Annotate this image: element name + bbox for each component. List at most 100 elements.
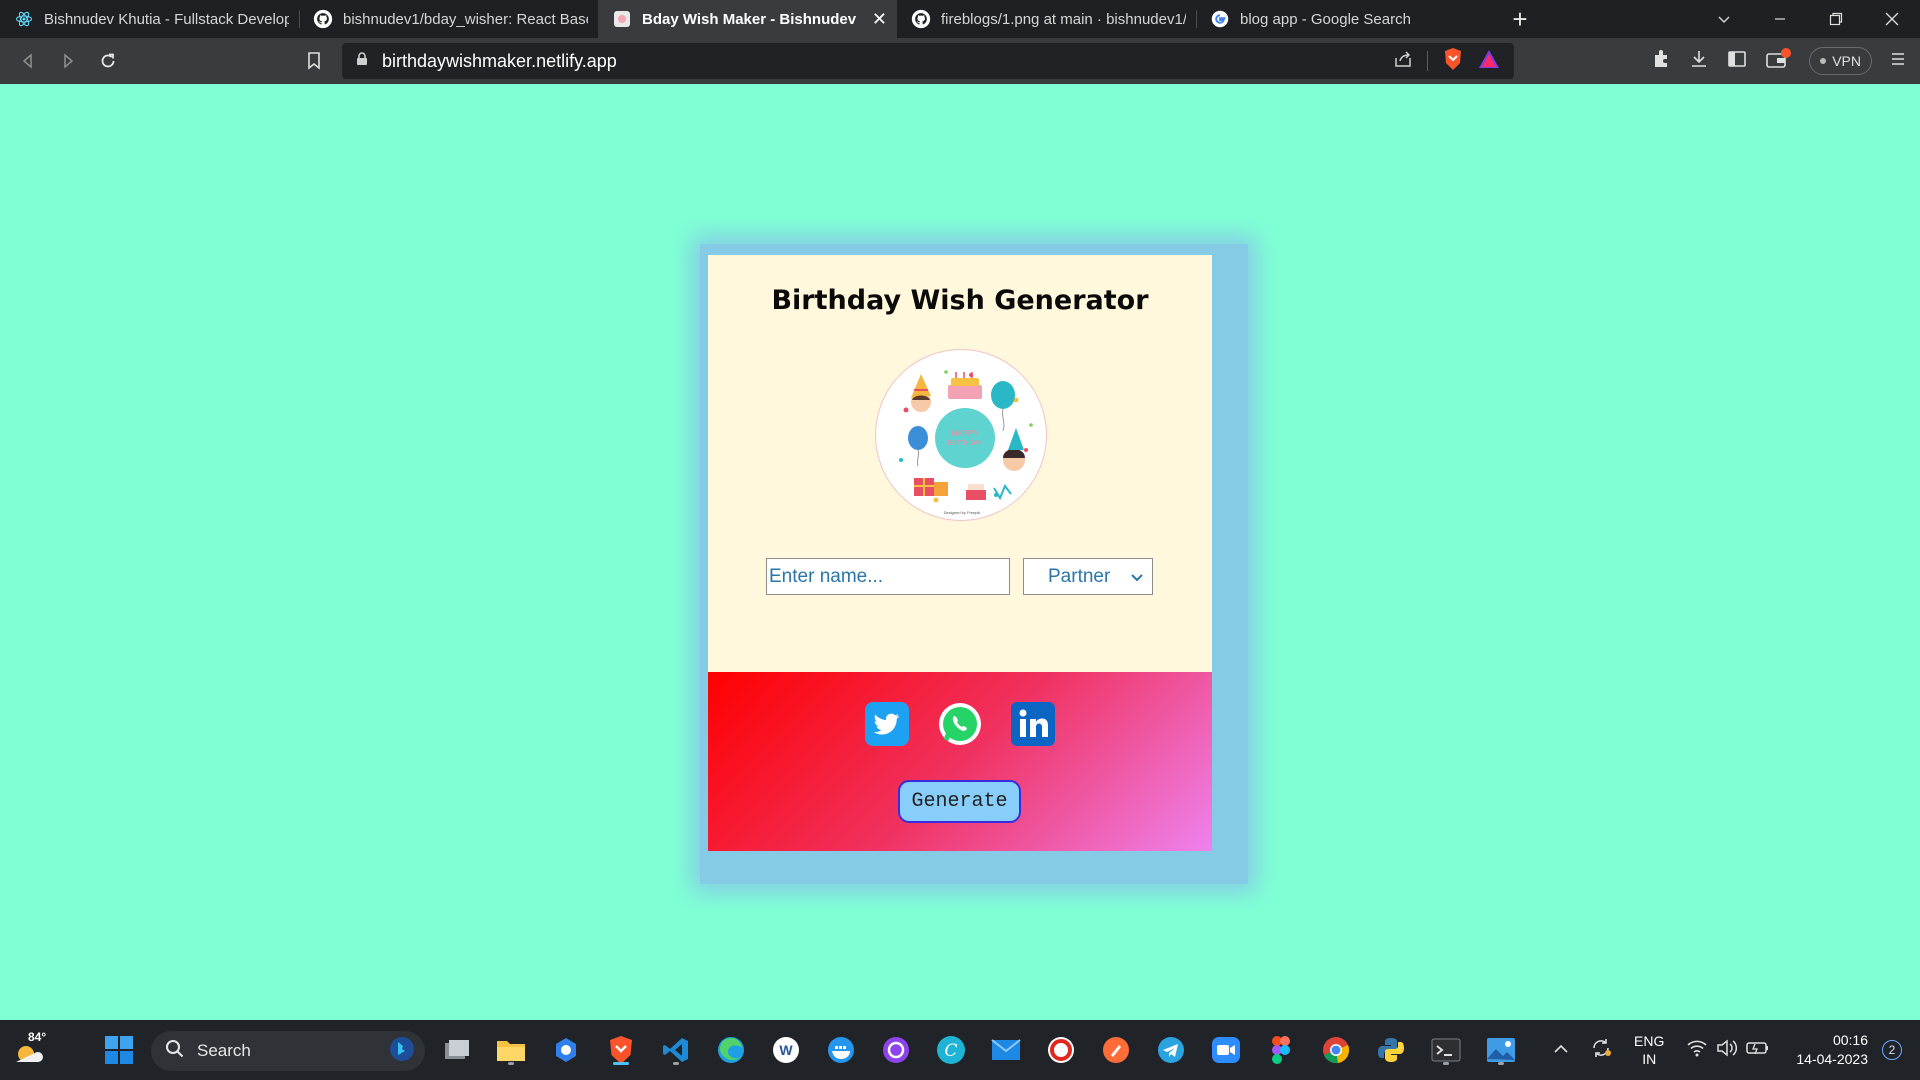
tab-github-bday-wisher[interactable]: bishnudev1/bday_wisher: React Based: [299, 0, 598, 38]
brave-rewards-icon[interactable]: [1478, 49, 1500, 74]
show-hidden-icons-icon[interactable]: [1554, 1041, 1568, 1059]
react-icon: [14, 9, 34, 29]
svg-text:Designed by Freepik: Designed by Freepik: [944, 510, 981, 515]
windows-start-icon[interactable]: [101, 1032, 137, 1068]
github-icon: [313, 9, 333, 29]
card-top-panel: Birthday Wish Generator HAPPY BIRTHDAY D…: [708, 255, 1212, 672]
wallet-icon[interactable]: [1765, 47, 1792, 75]
download-icon[interactable]: [1689, 49, 1709, 74]
weather-widget[interactable]: 84°: [12, 1030, 52, 1070]
wifi-icon[interactable]: [1686, 1039, 1708, 1062]
address-bar[interactable]: birthdaywishmaker.netlify.app: [342, 43, 1514, 79]
copilot-app-icon[interactable]: [548, 1032, 584, 1068]
canva-icon[interactable]: C: [933, 1032, 969, 1068]
google-icon: [1210, 9, 1230, 29]
tab-title: Bishnudev Khutia - Fullstack Developer: [44, 10, 289, 28]
vpn-button[interactable]: VPN: [1809, 47, 1872, 75]
close-tab-icon[interactable]: ✕: [872, 9, 887, 30]
telegram-icon[interactable]: [1153, 1032, 1189, 1068]
illustration-text: HAPPY: [951, 429, 979, 438]
tab-title: blog app - Google Search: [1240, 10, 1411, 28]
generate-button[interactable]: Generate: [898, 780, 1021, 823]
close-window-icon[interactable]: [1864, 0, 1920, 38]
separator: [1427, 51, 1428, 71]
language-line2: IN: [1642, 1051, 1657, 1067]
tab-github-fireblogs[interactable]: fireblogs/1.png at main · bishnudev1/f: [897, 0, 1196, 38]
svg-text:BIRTHDAY: BIRTHDAY: [948, 440, 983, 447]
tab-title: fireblogs/1.png at main · bishnudev1/f: [941, 10, 1186, 28]
back-icon[interactable]: [8, 43, 48, 79]
page-title: Birthday Wish Generator: [771, 285, 1149, 316]
url-text[interactable]: birthdaywishmaker.netlify.app: [382, 51, 617, 72]
language-indicator[interactable]: ENG IN: [1634, 1032, 1664, 1068]
reload-icon[interactable]: [88, 43, 128, 79]
relation-select[interactable]: Partner: [1023, 558, 1153, 595]
windows-taskbar: 84° Search W C ENG IN 00:16 14-04-2023 2: [0, 1020, 1920, 1080]
sidebar-icon[interactable]: [1727, 49, 1747, 74]
tab-google-search[interactable]: blog app - Google Search: [1196, 0, 1495, 38]
taskbar-search[interactable]: Search: [151, 1031, 425, 1071]
battery-icon[interactable]: [1746, 1040, 1770, 1061]
figma-icon[interactable]: [1263, 1032, 1299, 1068]
browser-toolbar: birthdaywishmaker.netlify.app VPN: [0, 38, 1920, 84]
zoom-icon[interactable]: [1208, 1032, 1244, 1068]
opera-icon[interactable]: [1043, 1032, 1079, 1068]
forward-icon[interactable]: [48, 43, 88, 79]
vscode-icon[interactable]: [658, 1032, 694, 1068]
app-w-icon[interactable]: W: [768, 1032, 804, 1068]
relation-selected-value: Partner: [1048, 565, 1111, 587]
volume-icon[interactable]: [1716, 1038, 1738, 1062]
bookmark-icon[interactable]: [294, 43, 334, 79]
tab-title: Bday Wish Maker - Bishnudev: [642, 10, 857, 28]
terminal-icon[interactable]: [1428, 1032, 1464, 1068]
restore-icon[interactable]: [1808, 0, 1864, 38]
twitter-icon[interactable]: [865, 702, 909, 746]
photos-icon[interactable]: [1483, 1032, 1519, 1068]
new-tab-button[interactable]: +: [1495, 0, 1545, 38]
notification-badge[interactable]: 2: [1882, 1040, 1902, 1060]
extensions-icon[interactable]: [1651, 49, 1671, 74]
search-label: Search: [197, 1041, 251, 1060]
share-icon[interactable]: [1393, 50, 1413, 73]
sync-icon[interactable]: [1590, 1037, 1612, 1064]
weather-temp: 84°: [28, 1030, 47, 1044]
minimize-icon[interactable]: [1752, 0, 1808, 38]
clock-date: 14-04-2023: [1796, 1051, 1868, 1067]
search-icon: [165, 1039, 185, 1064]
github-icon: [911, 9, 931, 29]
chevron-down-icon: [1130, 569, 1144, 591]
docker-icon[interactable]: [823, 1032, 859, 1068]
tab-title: bishnudev1/bday_wisher: React Based: [343, 10, 588, 28]
mail-icon[interactable]: [988, 1032, 1024, 1068]
language-line1: ENG: [1634, 1033, 1665, 1049]
clock-time: 00:16: [1832, 1032, 1868, 1048]
tab-portfolio[interactable]: Bishnudev Khutia - Fullstack Developer: [0, 0, 299, 38]
edge-icon[interactable]: [713, 1032, 749, 1068]
svg-text:W: W: [779, 1042, 793, 1058]
github-desktop-icon[interactable]: [878, 1032, 914, 1068]
vpn-status-dot: [1820, 58, 1827, 64]
whatsapp-icon[interactable]: [938, 702, 982, 746]
brave-shield-icon[interactable]: [1442, 47, 1464, 76]
name-input[interactable]: [766, 558, 1010, 595]
clock[interactable]: 00:16 14-04-2023: [1796, 1031, 1868, 1069]
menu-icon[interactable]: [1890, 51, 1906, 72]
tab-bday-wish-maker[interactable]: Bday Wish Maker - Bishnudev ✕: [598, 0, 897, 38]
bing-icon: [389, 1036, 415, 1067]
chrome-icon[interactable]: [1318, 1032, 1354, 1068]
browser-tab-bar: Bishnudev Khutia - Fullstack Developer b…: [0, 0, 1920, 38]
linkedin-icon[interactable]: [1011, 702, 1055, 746]
task-view-icon[interactable]: [438, 1032, 474, 1068]
page-icon: [612, 9, 632, 29]
brave-browser-icon[interactable]: [603, 1032, 639, 1068]
postman-icon[interactable]: [1098, 1032, 1134, 1068]
vpn-label: VPN: [1832, 53, 1861, 69]
svg-text:C: C: [944, 1041, 957, 1061]
tab-search-chevron-icon[interactable]: [1696, 0, 1752, 38]
birthday-illustration: HAPPY BIRTHDAY Designed by Freepik: [875, 349, 1047, 521]
file-explorer-icon[interactable]: [493, 1032, 529, 1068]
lock-icon: [356, 51, 368, 71]
card-bottom-panel: Generate: [708, 672, 1212, 851]
python-icon[interactable]: [1373, 1032, 1409, 1068]
system-tray: ENG IN 00:16 14-04-2023 2: [1554, 1020, 1920, 1080]
